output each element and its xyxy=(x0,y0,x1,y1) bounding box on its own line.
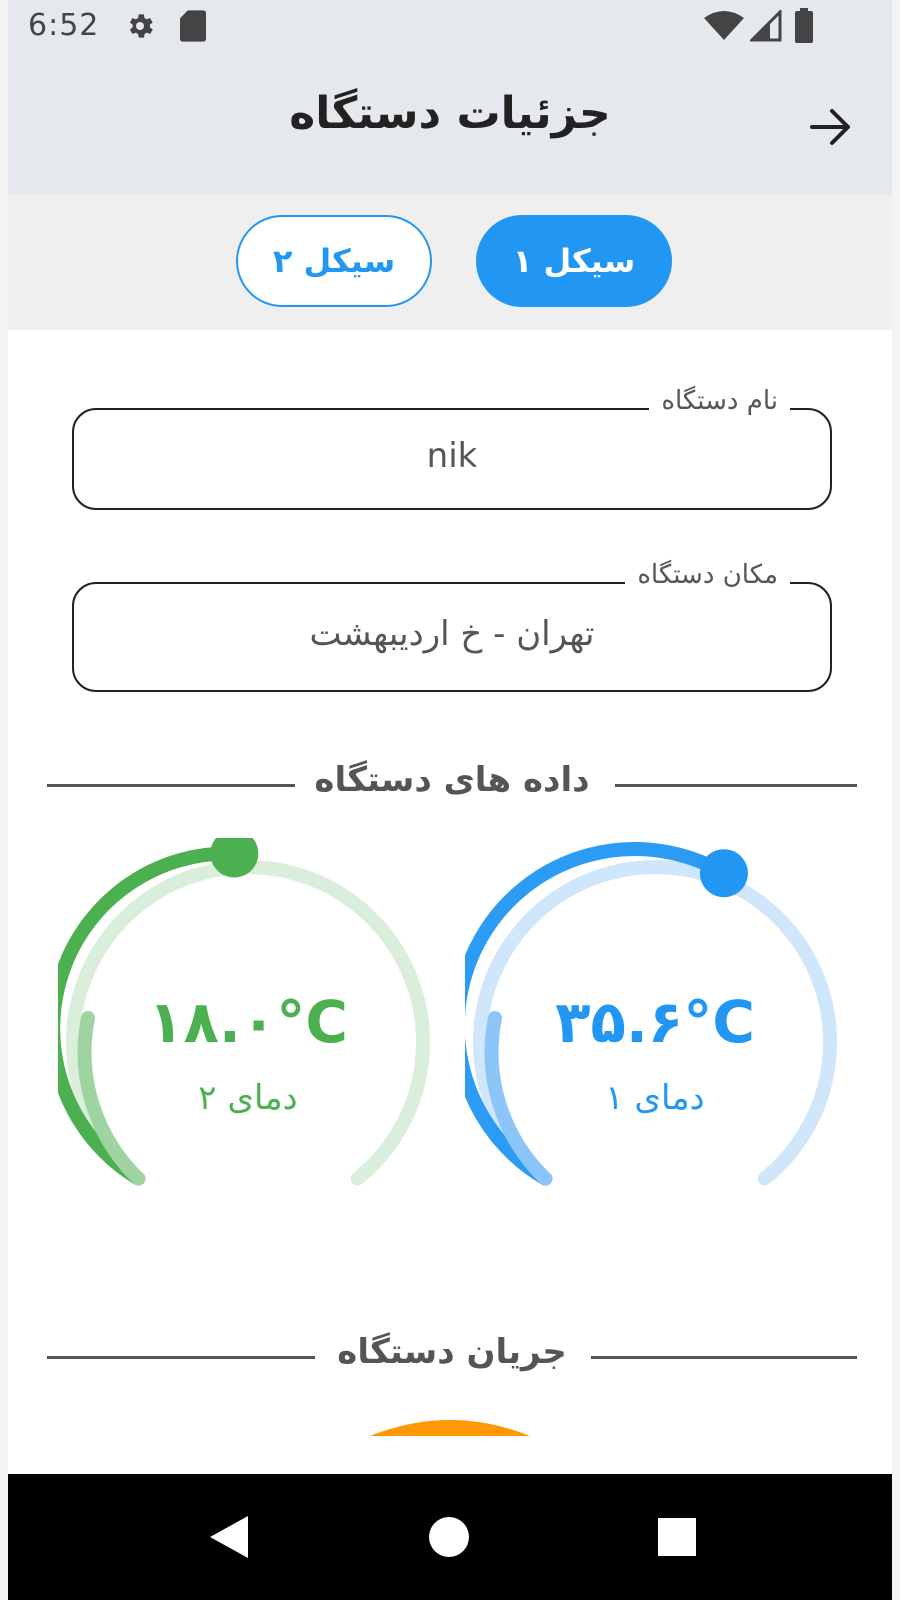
device-current-title: جریان دستگاه xyxy=(337,1332,567,1372)
signal-icon xyxy=(748,8,782,46)
device-data-title: داده های دستگاه xyxy=(314,760,590,800)
cycle-tabs: سیکل ۱ سیکل ۲ xyxy=(8,194,892,330)
device-location-field[interactable]: مکان دستگاه تهران - خ اردیبهشت xyxy=(72,560,832,692)
home-circle-icon[interactable] xyxy=(428,1516,470,1562)
device-name-value: nik xyxy=(426,436,478,476)
device-data-section-header: داده های دستگاه xyxy=(47,760,857,810)
sd-card-icon xyxy=(180,10,206,46)
device-name-field[interactable]: نام دستگاه nik xyxy=(72,386,832,510)
back-triangle-icon[interactable] xyxy=(210,1516,250,1562)
temp2-label: دمای ۲ xyxy=(198,1078,298,1118)
temp1-gauge: ۳۵.۶°C دمای ۱ xyxy=(465,838,845,1218)
tab-cycle-1[interactable]: سیکل ۱ xyxy=(476,215,672,307)
status-bar: 6:52 xyxy=(8,0,892,52)
battery-icon xyxy=(794,8,814,48)
app-bar: جزئیات دستگاه xyxy=(8,52,892,194)
tab-cycle-2[interactable]: سیکل ۲ xyxy=(236,215,432,307)
recents-square-icon[interactable] xyxy=(658,1518,696,1560)
status-time: 6:52 xyxy=(28,8,100,43)
device-name-label: نام دستگاه xyxy=(649,386,790,416)
left-edge xyxy=(0,0,8,1600)
temp2-value: ۱۸.۰°C xyxy=(148,988,348,1056)
device-location-label: مکان دستگاه xyxy=(625,560,790,590)
device-location-value: تهران - خ اردیبهشت xyxy=(309,614,595,654)
settings-icon xyxy=(124,10,156,46)
wifi-icon xyxy=(704,10,744,46)
right-edge xyxy=(892,0,900,1600)
temp2-gauge: ۱۸.۰°C دمای ۲ xyxy=(58,838,438,1218)
current-gauge-partial xyxy=(360,1410,540,1440)
device-current-section-header: جریان دستگاه xyxy=(47,1332,857,1382)
arrow-right-icon[interactable] xyxy=(808,104,854,150)
temp1-value: ۳۵.۶°C xyxy=(555,988,755,1056)
system-nav-bar xyxy=(8,1474,892,1600)
temp1-gauge-knob xyxy=(699,849,748,898)
temp1-label: دمای ۱ xyxy=(605,1078,705,1118)
page-title: جزئیات دستگاه xyxy=(289,88,611,139)
